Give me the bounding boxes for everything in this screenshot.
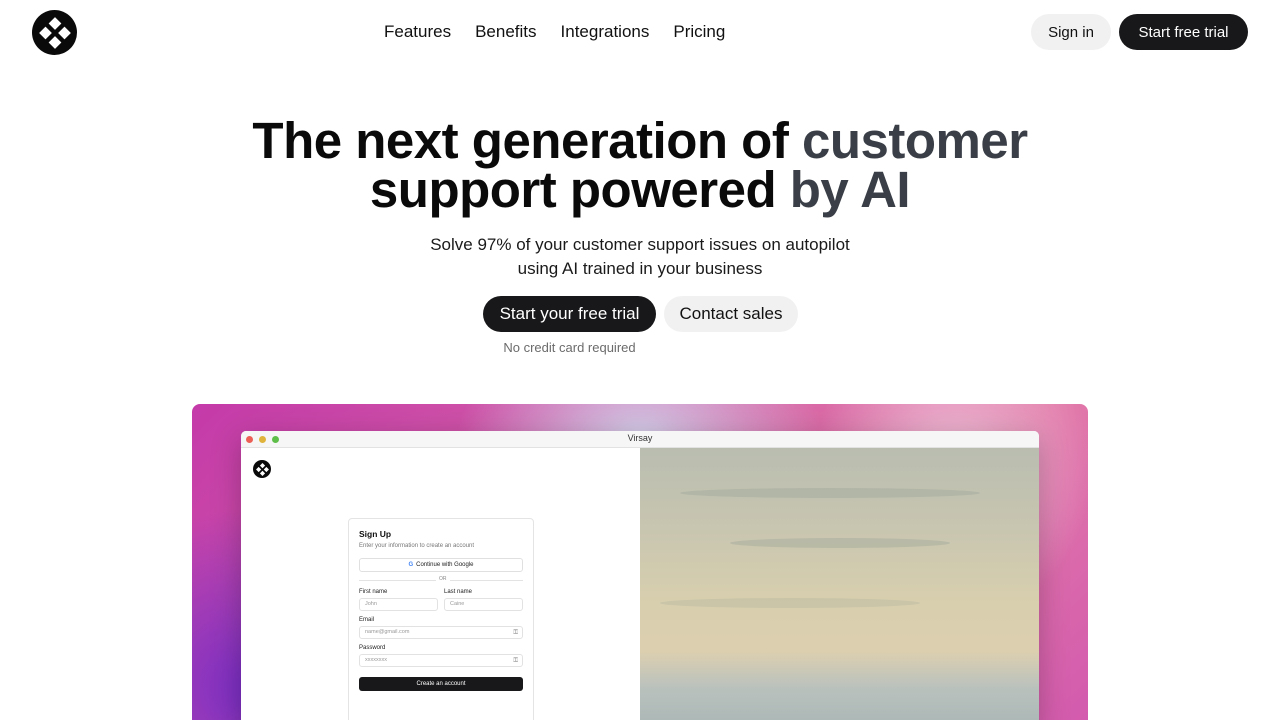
hero-title-highlight: by AI <box>789 161 911 218</box>
continue-with-google-button[interactable]: G Continue with Google <box>359 558 523 572</box>
or-label: OR <box>436 576 450 582</box>
start-free-trial-button[interactable]: Start free trial <box>1119 14 1248 50</box>
signup-pane: Sign Up Enter your information to create… <box>241 448 640 720</box>
first-name-field[interactable]: John <box>359 598 438 611</box>
email-field[interactable]: name@gmail.com ⚿ <box>359 626 523 639</box>
hero-subtitle-line: Solve 97% of your customer support issue… <box>430 235 850 254</box>
password-placeholder: xxxxxxxx <box>365 657 387 663</box>
signup-title: Sign Up <box>359 529 392 539</box>
contact-sales-button[interactable]: Contact sales <box>664 296 798 332</box>
signup-card: Sign Up Enter your information to create… <box>348 518 534 720</box>
last-name-label: Last name <box>444 589 473 595</box>
email-placeholder: name@gmail.com <box>365 629 410 635</box>
key-icon: ⚿ <box>513 630 518 636</box>
logo[interactable] <box>32 10 77 55</box>
nav-benefits[interactable]: Benefits <box>475 20 536 44</box>
window-title: Virsay <box>627 433 653 443</box>
google-icon: G <box>408 562 414 568</box>
nav-pricing[interactable]: Pricing <box>673 20 725 44</box>
start-your-free-trial-button[interactable]: Start your free trial <box>483 296 656 332</box>
diamond-grid-logo-icon <box>255 462 269 476</box>
last-name-field[interactable]: Caine <box>444 598 523 611</box>
app-logo <box>253 460 271 478</box>
landscape-image <box>640 448 1039 720</box>
hero-subtitle-line: using AI trained in your business <box>517 259 763 278</box>
hero-subtitle: Solve 97% of your customer support issue… <box>0 233 1280 281</box>
sign-in-button[interactable]: Sign in <box>1031 14 1111 50</box>
cloud-shape <box>680 488 980 498</box>
main-nav: Features Benefits Integrations Pricing <box>384 20 749 44</box>
app-window: Virsay Sign Up Enter your information to… <box>241 431 1039 720</box>
no-credit-card-note: No credit card required <box>503 340 636 355</box>
create-account-button[interactable]: Create an account <box>359 677 523 691</box>
nav-integrations[interactable]: Integrations <box>561 20 650 44</box>
first-name-label: First name <box>359 589 388 595</box>
key-icon: ⚿ <box>513 658 518 664</box>
or-divider: OR <box>359 576 523 584</box>
cloud-shape <box>660 598 920 608</box>
password-field[interactable]: xxxxxxxx ⚿ <box>359 654 523 667</box>
diamond-grid-logo-icon <box>38 16 71 49</box>
signup-subtitle: Enter your information to create an acco… <box>359 543 475 549</box>
nav-features[interactable]: Features <box>384 20 451 44</box>
product-showcase: Virsay Sign Up Enter your information to… <box>192 404 1088 720</box>
window-titlebar: Virsay <box>241 431 1039 448</box>
hero-title-part: support powered <box>369 161 790 218</box>
cloud-shape <box>730 538 950 548</box>
hero-title: The next generation of customer support … <box>0 115 1280 215</box>
email-label: Email <box>359 617 375 623</box>
google-button-label: Continue with Google <box>416 562 474 568</box>
password-label: Password <box>359 645 386 651</box>
